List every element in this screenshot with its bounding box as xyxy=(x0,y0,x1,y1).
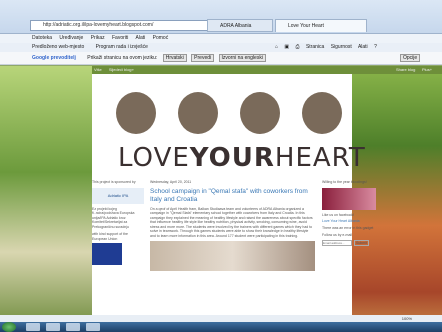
heart-icon xyxy=(116,92,156,134)
page-menu[interactable]: Stranica xyxy=(306,44,324,50)
menu-view[interactable]: Prikaz xyxy=(91,35,105,41)
options-button[interactable]: Opcije xyxy=(400,54,421,62)
sidebar-right-heading: Willing to the year bloodings! xyxy=(322,180,367,184)
start-button-icon[interactable] xyxy=(2,322,16,332)
sidebar-right: Willing to the year bloodings! Like us o… xyxy=(322,180,376,246)
post-body: On a qeof of April Health fram, Balkan S… xyxy=(150,206,313,238)
translate-button[interactable]: Prevedi xyxy=(191,53,215,62)
menu-bar: Datoteka Uređivanje Prikaz Favoriti Alat… xyxy=(0,34,442,43)
menu-tools[interactable]: Alati xyxy=(136,35,146,41)
menu-file[interactable]: Datoteka xyxy=(32,35,52,41)
post-content: Wednesday, April 20, 2011 School campaig… xyxy=(150,180,315,271)
logo-love: LOVE xyxy=(118,143,190,173)
command-bar: ⌂ ▣ ⎙ Stranica Sigurnost Alati ? xyxy=(275,43,442,52)
logo-heart: HEART xyxy=(274,143,366,173)
help-icon[interactable]: ? xyxy=(374,44,377,50)
blogger-share[interactable]: Share blog xyxy=(396,66,415,74)
zoom-level[interactable]: 100% xyxy=(402,316,412,321)
favorite-suggested-sites[interactable]: Predloženo web-mjesto xyxy=(32,44,84,50)
sidebar-left: This project is sponsored by Adriatic IP… xyxy=(92,180,144,265)
menu-help[interactable]: Pomoć xyxy=(153,35,169,41)
blogger-plus[interactable]: Plus+ xyxy=(422,66,432,74)
eu-flag-icon xyxy=(92,243,122,265)
blogger-more[interactable]: Više xyxy=(94,67,102,72)
translate-prompt: Prikaži stranicu na ovom jeziku: xyxy=(87,55,158,61)
banner-icons xyxy=(112,92,346,138)
favorite-program[interactable]: Program rada i izvješće xyxy=(96,44,148,50)
adriatic-ipa-logo[interactable]: Adriatic IPA xyxy=(92,187,144,204)
address-bar[interactable]: http://adriatic.org.il/ipa-lovemyheart.b… xyxy=(30,20,230,31)
tab-love-your-heart[interactable]: Love Your Heart xyxy=(275,19,367,32)
source-language-button[interactable]: Izvorni na engleski xyxy=(218,53,266,62)
rss-icon[interactable]: ▣ xyxy=(284,44,289,50)
logo-your: YOUR xyxy=(189,143,275,173)
email-field[interactable] xyxy=(322,239,352,246)
post-date: Wednesday, April 20, 2011 xyxy=(150,180,192,184)
sponsor-heading: This project is sponsored by xyxy=(92,180,136,184)
taskbar-ie-icon[interactable] xyxy=(26,323,40,331)
facebook-link[interactable]: Love Your Heart Albania xyxy=(322,219,376,224)
print-icon[interactable]: ⎙ xyxy=(296,44,300,50)
book-icon xyxy=(302,92,342,134)
menu-favorites[interactable]: Favoriti xyxy=(112,35,128,41)
facebook-heading: Like us on facebook! xyxy=(322,212,355,217)
gadget-error: There was an error in this gadget xyxy=(322,225,374,230)
safety-menu[interactable]: Sigurnost xyxy=(331,44,352,50)
tab-adra-albania[interactable]: ADRA Albania xyxy=(207,19,273,32)
home-icon[interactable]: ⌂ xyxy=(275,44,278,50)
taskbar-app-icon[interactable] xyxy=(66,323,80,331)
sponsor-text: Ez projekt kojeg fi..ncira/podržava Euro… xyxy=(92,206,135,229)
menu-edit[interactable]: Uređivanje xyxy=(59,35,83,41)
google-translate-bar: Google prevoditelj Prikaži stranicu na o… xyxy=(0,52,442,65)
language-select[interactable]: Hrvatski xyxy=(162,53,187,62)
apple-icon xyxy=(178,92,218,134)
taskbar-app2-icon[interactable] xyxy=(86,323,100,331)
caduceus-icon xyxy=(240,92,280,134)
follow-heading: Follow us by e-mail xyxy=(322,233,352,237)
post-title[interactable]: School campaign in "Qemal stafa" with co… xyxy=(150,188,315,204)
taskbar-folder-icon[interactable] xyxy=(46,323,60,331)
status-bar: 100% xyxy=(0,315,442,322)
background-vegetables-left xyxy=(0,66,92,332)
blogger-next-blog[interactable]: Sljedeći blog» xyxy=(109,67,134,72)
google-translate-label: Google prevoditelj xyxy=(32,55,76,61)
post-photo xyxy=(150,241,315,271)
blog-logo[interactable]: LOVEYOURHEART xyxy=(118,143,365,173)
campaign-image[interactable] xyxy=(322,187,376,210)
submit-button[interactable]: Submit xyxy=(354,239,369,246)
eu-support-text: with kind support of the European Union xyxy=(92,232,128,241)
tools-menu[interactable]: Alati xyxy=(358,44,368,50)
blogger-navbar: Više Sljedeći blog» Share blog Plus+ xyxy=(92,66,442,74)
